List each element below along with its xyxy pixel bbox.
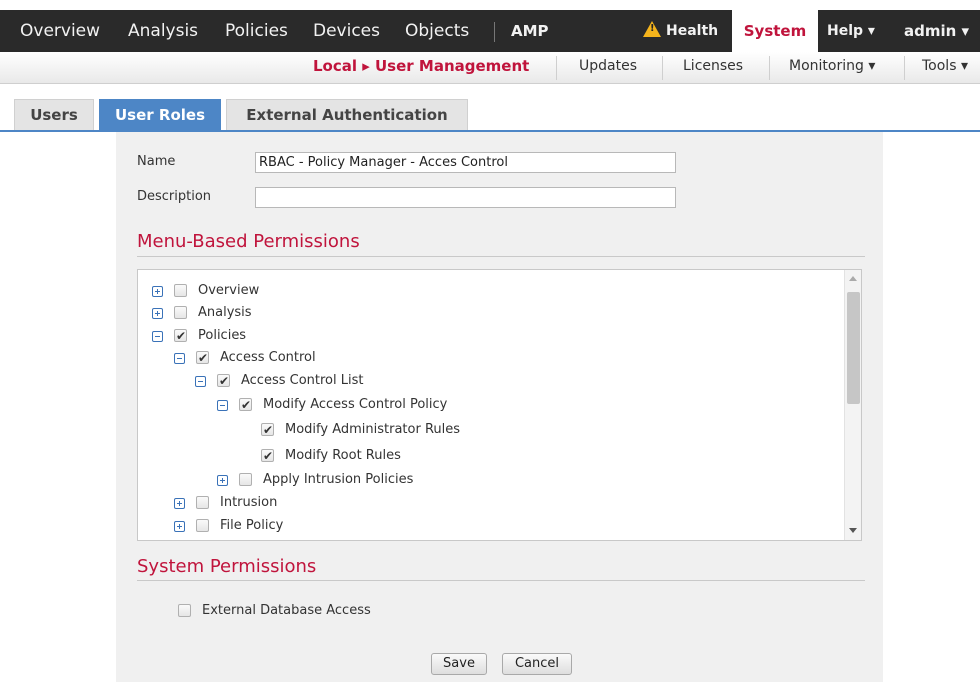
nav-amp[interactable]: AMP <box>511 10 549 52</box>
collapse-icon[interactable] <box>174 353 185 364</box>
tree-node-label: Modify Access Control Policy <box>263 397 448 412</box>
external-db-access-label: External Database Access <box>202 603 371 618</box>
subnav-divider <box>769 56 770 80</box>
tab-external-authentication[interactable]: External Authentication <box>226 99 468 130</box>
nav-help[interactable]: Help ▾ <box>827 10 875 52</box>
tab-bar: Users User Roles External Authentication <box>0 99 980 132</box>
access-control-list-checkbox[interactable] <box>217 371 230 391</box>
policies-checkbox[interactable] <box>174 326 187 346</box>
warning-icon <box>643 21 661 37</box>
collapse-icon[interactable] <box>195 376 206 387</box>
system-permissions-title: System Permissions <box>137 556 317 577</box>
description-label: Description <box>137 189 212 204</box>
analysis-checkbox[interactable] <box>174 306 187 319</box>
permissions-tree[interactable]: Overview Analysis Policies Access Contro… <box>137 269 862 541</box>
scroll-down-arrow-icon[interactable] <box>849 528 857 533</box>
intrusion-checkbox[interactable] <box>196 496 209 509</box>
nav-overview[interactable]: Overview <box>20 10 100 52</box>
tab-users[interactable]: Users <box>14 99 94 130</box>
name-label: Name <box>137 154 176 169</box>
nav-analysis[interactable]: Analysis <box>128 10 198 52</box>
nav-objects[interactable]: Objects <box>405 10 469 52</box>
secondary-navigation-bar: Local ▸ User Management Updates Licenses… <box>0 52 980 84</box>
tree-node-label: Modify Root Rules <box>285 448 401 463</box>
subnav-divider <box>556 56 557 80</box>
subnav-licenses[interactable]: Licenses <box>683 52 743 82</box>
modify-root-rules-checkbox[interactable] <box>261 446 274 466</box>
tree-node-label: Analysis <box>198 305 252 320</box>
nav-divider <box>494 22 495 42</box>
nav-system[interactable]: System <box>732 10 818 52</box>
cancel-button[interactable]: Cancel <box>502 653 572 675</box>
file-policy-checkbox[interactable] <box>196 519 209 532</box>
scroll-up-arrow-icon[interactable] <box>849 276 857 281</box>
modify-admin-rules-checkbox[interactable] <box>261 420 274 440</box>
user-role-form-panel: Name Description Menu-Based Permissions … <box>116 132 883 682</box>
tab-user-roles[interactable]: User Roles <box>99 99 221 130</box>
collapse-icon[interactable] <box>217 400 228 411</box>
nav-health[interactable]: Health <box>643 10 718 52</box>
nav-policies[interactable]: Policies <box>225 10 288 52</box>
expand-icon[interactable] <box>217 475 228 486</box>
tree-node-label: Access Control <box>220 350 316 365</box>
access-control-checkbox[interactable] <box>196 348 209 368</box>
section-divider <box>137 256 865 257</box>
subnav-updates[interactable]: Updates <box>579 52 637 82</box>
apply-intrusion-checkbox[interactable] <box>239 473 252 486</box>
subnav-monitoring[interactable]: Monitoring ▾ <box>789 52 875 82</box>
tree-scrollbar[interactable] <box>844 270 861 540</box>
subnav-divider <box>662 56 663 80</box>
nav-health-label: Health <box>666 23 719 39</box>
nav-admin[interactable]: admin ▾ <box>904 10 969 52</box>
tree-node-label: Access Control List <box>241 373 364 388</box>
description-input[interactable] <box>255 187 676 208</box>
save-button[interactable]: Save <box>431 653 487 675</box>
modify-acp-checkbox[interactable] <box>239 395 252 415</box>
tree-node-label: Policies <box>198 328 247 343</box>
tree-node-label: Intrusion <box>220 495 278 510</box>
subnav-tools[interactable]: Tools ▾ <box>922 52 968 82</box>
top-navigation-bar: Overview Analysis Policies Devices Objec… <box>0 10 980 52</box>
breadcrumb[interactable]: Local ▸ User Management <box>313 52 529 82</box>
section-divider <box>137 580 865 581</box>
expand-icon[interactable] <box>174 498 185 509</box>
tree-node-label: File Policy <box>220 518 284 533</box>
overview-checkbox[interactable] <box>174 284 187 297</box>
scrollbar-thumb[interactable] <box>847 292 860 404</box>
external-db-access-checkbox[interactable] <box>178 604 191 617</box>
expand-icon[interactable] <box>174 521 185 532</box>
tree-node-label: Overview <box>198 283 260 298</box>
menu-permissions-title: Menu-Based Permissions <box>137 231 360 252</box>
collapse-icon[interactable] <box>152 331 163 342</box>
expand-icon[interactable] <box>152 308 163 319</box>
nav-devices[interactable]: Devices <box>313 10 380 52</box>
name-input[interactable] <box>255 152 676 173</box>
expand-icon[interactable] <box>152 286 163 297</box>
subnav-divider <box>904 56 905 80</box>
tree-node-label: Modify Administrator Rules <box>285 422 461 437</box>
tree-node-label: Apply Intrusion Policies <box>263 472 414 487</box>
